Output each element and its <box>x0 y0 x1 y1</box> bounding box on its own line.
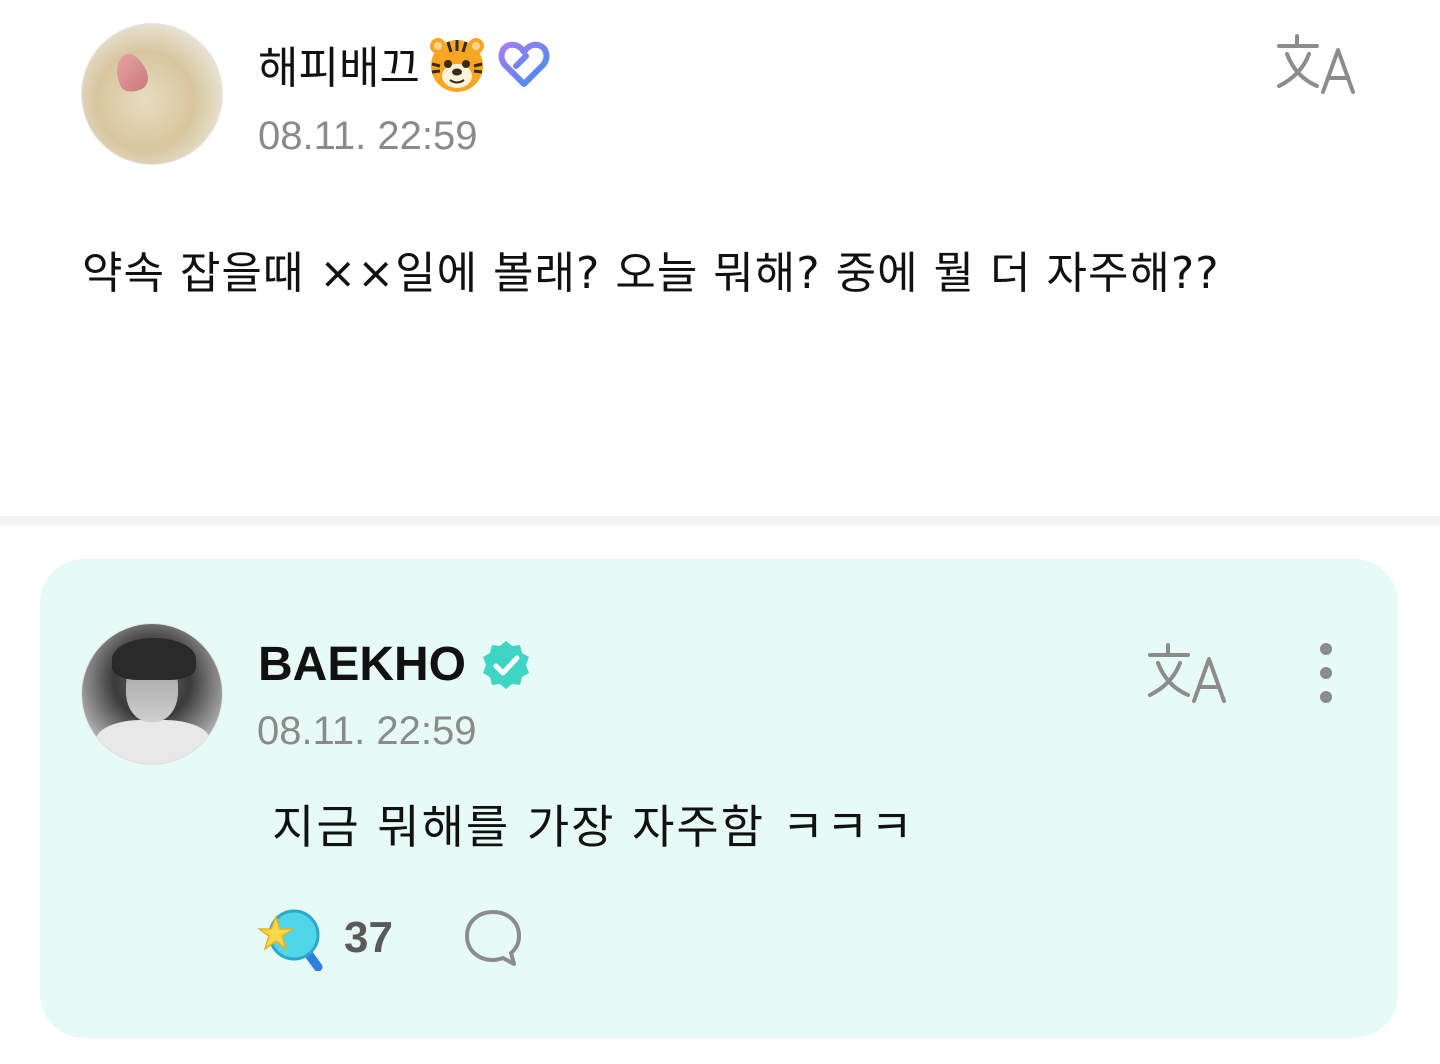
reply-body-text: 지금 뭐해를 가장 자주함 ㅋㅋㅋ <box>272 800 915 854</box>
post-author-avatar[interactable] <box>81 23 223 165</box>
post-timestamp: 08.11. 22:59 <box>258 114 478 158</box>
avatar-ear-shape <box>109 49 153 97</box>
avatar-hair-shape <box>112 638 196 680</box>
post-author-name[interactable]: 해피배끄 <box>258 32 420 96</box>
reaction-count: 37 <box>344 913 393 962</box>
avatar-shirt-shape <box>96 720 210 764</box>
translate-icon[interactable] <box>1146 639 1232 705</box>
tiger-emoji-icon <box>429 38 484 92</box>
post-author-row: 해피배끄 <box>258 32 550 96</box>
artist-reply-card: BAEKHO 08.11. 22:59 지금 뭐해를 가장 자주함 ㅋㅋㅋ 37 <box>40 559 1398 1038</box>
star-wand-icon[interactable] <box>258 905 326 971</box>
reply-timestamp: 08.11. 22:59 <box>257 709 477 753</box>
reply-author-avatar[interactable] <box>81 623 223 765</box>
post-body-text: 약속 잡을때 ××일에 볼래? 오늘 뭐해? 중에 뭘 더 자주해?? <box>82 248 1220 299</box>
reaction-bar: 37 <box>258 905 525 971</box>
heart-badge-icon <box>498 41 550 87</box>
more-vertical-icon[interactable] <box>1313 641 1339 705</box>
verified-icon <box>483 640 530 689</box>
reply-author-name[interactable]: BAEKHO <box>258 637 466 692</box>
comment-bubble-icon[interactable] <box>461 906 525 970</box>
reply-author-row: BAEKHO <box>258 637 532 692</box>
fan-post: 해피배끄 08.11. 22:59 약속 잡을때 ××일에 볼래? 오늘 뭐해?… <box>0 0 1440 516</box>
translate-icon[interactable] <box>1275 30 1361 96</box>
section-divider <box>0 516 1440 526</box>
